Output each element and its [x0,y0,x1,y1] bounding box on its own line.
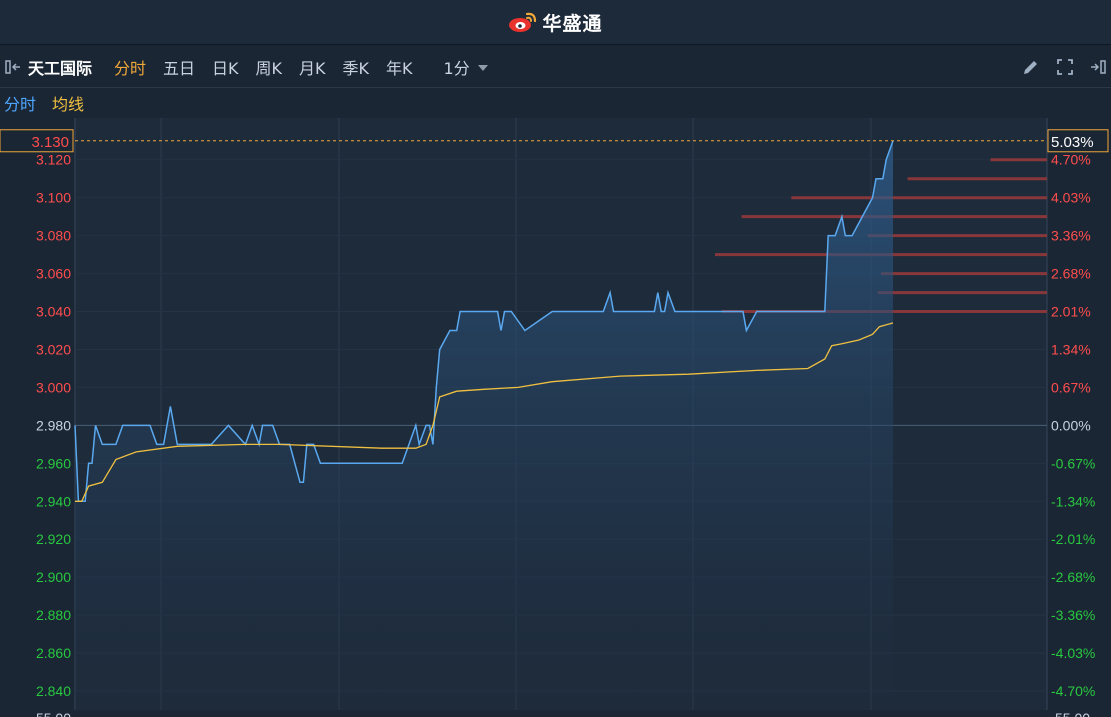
y-tick-label-right: 2.68% [1051,266,1091,282]
y-tick-label-left: 3.100 [36,190,71,206]
tab-daily-k[interactable]: 日K [212,55,239,79]
y-tick-label-left: 2.900 [36,569,71,585]
y-tick-label-right: -4.70% [1051,683,1095,699]
current-pct-label: 5.03% [1051,134,1094,151]
y-tick-label-right: -4.03% [1051,645,1095,661]
y-tick-label-right: 3.36% [1051,228,1091,244]
y-tick-label-left: 2.940 [36,493,71,509]
y-tick-label-left: 3.040 [36,304,71,320]
stock-name: 天工国际 [28,58,93,78]
toolbar-right-tools [1021,46,1111,88]
y-tick-label-right: 0.00% [1051,417,1091,433]
chart-toolbar: 天工国际 分时 五日 日K 周K 月K 季K 年K 1分 [0,46,1111,88]
y-tick-label-left: 2.860 [36,645,71,661]
y-tick-label-right: 0.67% [1051,379,1091,395]
y-tick-label-right: 4.70% [1051,152,1091,168]
weibo-logo-icon [509,12,537,32]
y-tick-label-left: 3.000 [36,379,71,395]
chart-legend: 分时 均线 [0,88,1111,118]
y-tick-label-left: 2.840 [36,683,71,699]
fullscreen-icon[interactable] [1055,57,1075,77]
volume-label-left: 55.00 [36,710,71,717]
y-tick-label-right: -3.36% [1051,607,1095,623]
chevron-down-icon [477,64,488,71]
y-tick-label-left: 3.060 [36,266,71,282]
y-tick-label-left: 3.080 [36,228,71,244]
y-tick-label-right: -2.68% [1051,569,1095,585]
y-tick-label-right: 1.34% [1051,341,1091,357]
y-tick-label-left: 2.960 [36,455,71,471]
top-bar: 华盛通 [0,0,1111,45]
tab-monthly-k[interactable]: 月K [299,55,326,79]
y-tick-label-left: 3.120 [36,152,71,168]
y-tick-label-right: 4.03% [1051,190,1091,206]
interval-select[interactable]: 1分 [444,55,488,79]
y-tick-label-left: 2.980 [36,417,71,433]
y-tick-label-right: 2.01% [1051,304,1091,320]
tab-timeshare[interactable]: 分时 [114,55,146,79]
collapse-left-icon[interactable] [0,46,28,88]
y-tick-label-left: 2.880 [36,607,71,623]
y-tick-label-left: 3.020 [36,341,71,357]
interval-value: 1分 [443,58,470,78]
tab-yearly-k[interactable]: 年K [386,55,413,79]
brand: 华盛通 [508,9,602,36]
tab-weekly-k[interactable]: 周K [256,55,283,79]
volume-label-right: 55.00 [1055,710,1090,717]
y-tick-label-right: -2.01% [1051,531,1095,547]
y-tick-label-left: 2.920 [36,531,71,547]
current-price-label: 3.130 [31,134,69,151]
brand-name: 华盛通 [542,12,603,35]
legend-average: 均线 [52,95,85,114]
collapse-right-icon[interactable] [1089,59,1107,75]
pencil-icon[interactable] [1021,57,1041,77]
tab-quarterly-k[interactable]: 季K [343,55,370,79]
timeshare-chart[interactable]: 3.120 4.70% 3.100 4.03% 3.080 3.36% 3.060 2.68%… [0,118,1111,717]
y-tick-label-right: -1.34% [1051,493,1095,509]
tab-five-day[interactable]: 五日 [163,55,195,79]
legend-price: 分时 [4,95,37,114]
y-tick-label-right: -0.67% [1051,455,1095,471]
